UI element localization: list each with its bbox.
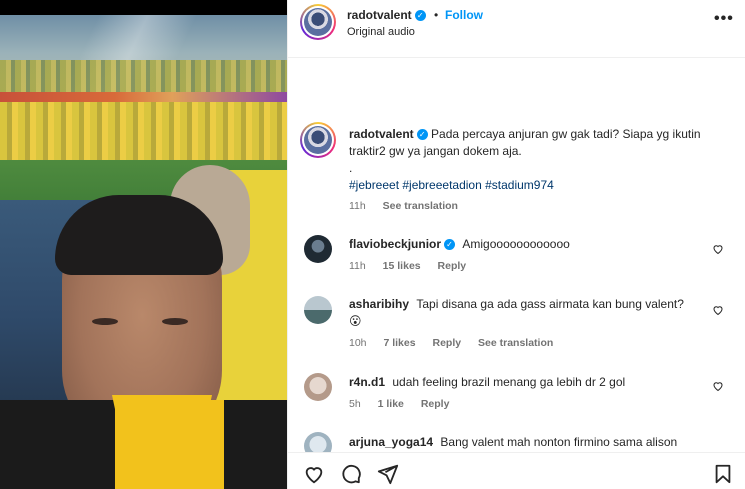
heart-icon[interactable] <box>712 380 724 392</box>
verified-badge-icon: ✓ <box>416 129 428 141</box>
post-action-bar <box>288 452 745 489</box>
heart-icon[interactable] <box>712 304 724 316</box>
comment-username[interactable]: asharibihy <box>349 297 409 311</box>
comment-emoji: 😮 <box>349 314 362 328</box>
comment-likes[interactable]: 7 likes <box>383 337 415 349</box>
share-icon[interactable] <box>377 463 399 485</box>
reply-button[interactable]: Reply <box>433 337 462 349</box>
comment-text: Tapi disana ga ada gass airmata kan bung… <box>416 297 684 311</box>
audio-link[interactable]: Original audio <box>347 26 415 38</box>
see-translation-link[interactable]: See translation <box>383 200 458 212</box>
comment-row: asharibihy Tapi disana ga ada gass airma… <box>349 296 709 330</box>
comment-text: Amigoooooooooooo <box>462 237 570 251</box>
post-details-panel: radotvalent ✓ • Follow Original audio •••… <box>287 0 745 489</box>
more-options-icon[interactable]: ••• <box>714 10 734 28</box>
comment-likes[interactable]: 15 likes <box>383 260 421 272</box>
author-avatar[interactable] <box>300 4 336 40</box>
separator-dot: • <box>434 8 439 22</box>
media-top-bar <box>0 0 287 15</box>
verified-badge-icon: ✓ <box>444 239 456 251</box>
comment-username[interactable]: arjuna_yoga14 <box>349 435 433 449</box>
comment-avatar[interactable] <box>304 373 332 401</box>
comment-avatar[interactable] <box>304 235 332 263</box>
comment-row: flaviobeckjunior ✓ Amigoooooooooooo <box>349 236 709 253</box>
caption-meta: 11h See translation <box>349 200 458 212</box>
reply-button[interactable]: Reply <box>438 260 467 272</box>
caption: radotvalent ✓ Pada percaya anjuran gw gak… <box>349 126 729 194</box>
post-header: radotvalent ✓ • Follow Original audio ••• <box>288 0 745 58</box>
author-username[interactable]: radotvalent ✓ <box>347 8 426 22</box>
comment-username[interactable]: flaviobeckjunior <box>349 237 441 251</box>
see-translation-link[interactable]: See translation <box>478 337 553 349</box>
comment-text: Bang valent mah nonton firmino sama alis… <box>440 435 678 449</box>
caption-hashtags[interactable]: #jebreeet #jebreeetadion #stadium974 <box>349 177 729 194</box>
instagram-post-view: radotvalent ✓ • Follow Original audio •••… <box>0 0 745 489</box>
caption-avatar[interactable] <box>300 122 336 158</box>
heart-icon[interactable] <box>303 463 325 485</box>
verified-badge-icon: ✓ <box>414 10 426 22</box>
comment-avatar[interactable] <box>304 296 332 324</box>
comment-username[interactable]: r4n.d1 <box>349 375 385 389</box>
heart-icon[interactable] <box>712 243 724 255</box>
follow-button[interactable]: Follow <box>445 8 483 22</box>
caption-username[interactable]: radotvalent <box>349 127 414 141</box>
comment-text: udah feeling brazil menang ga lebih dr 2… <box>392 375 626 389</box>
post-video[interactable] <box>0 0 287 489</box>
caption-time: 11h <box>349 200 366 212</box>
caption-separator: . <box>349 161 353 175</box>
comment-meta: 10h 7 likes Reply See translation <box>349 337 554 349</box>
comment-meta: 11h 15 likes Reply <box>349 260 467 272</box>
bookmark-icon[interactable] <box>712 463 734 485</box>
comment-row: arjuna_yoga14 Bang valent mah nonton fir… <box>349 434 729 451</box>
comment-icon[interactable] <box>340 463 362 485</box>
comment-likes[interactable]: 1 like <box>378 398 404 410</box>
comment-row: r4n.d1 udah feeling brazil menang ga leb… <box>349 374 709 391</box>
reply-button[interactable]: Reply <box>421 398 450 410</box>
comment-meta: 5h 1 like Reply <box>349 398 450 410</box>
